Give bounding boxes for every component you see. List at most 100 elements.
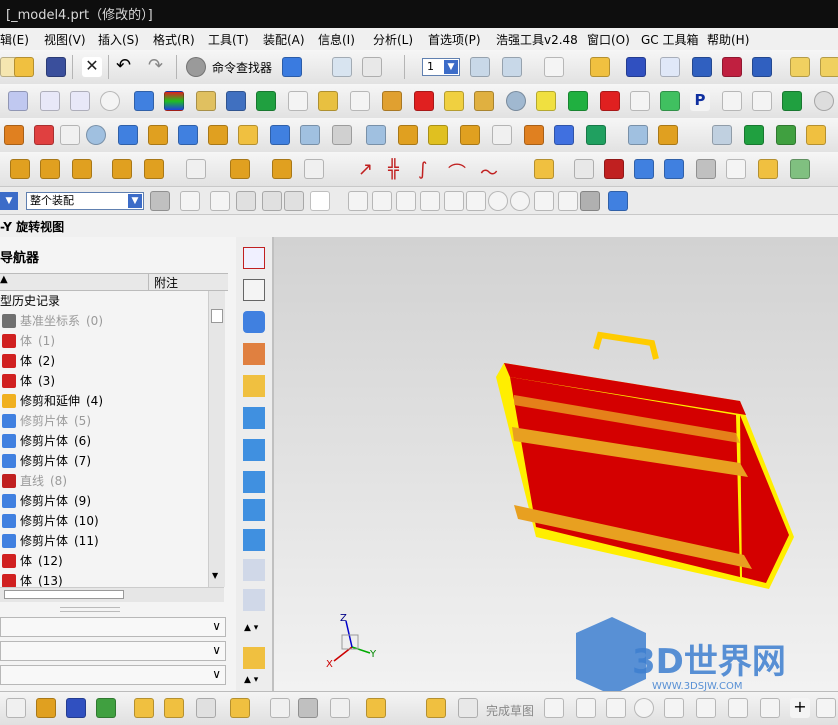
view-cube-icon[interactable] [282,57,302,77]
trim-sheet-tool-icon[interactable] [243,529,265,551]
node-icon[interactable] [196,698,216,718]
details-panel-toggle[interactable]: ∨ [0,641,226,661]
studio-surface-icon[interactable] [243,439,265,461]
hierarchy-icon[interactable] [134,698,154,718]
fix-icon[interactable] [534,159,554,179]
stack-box-icon[interactable] [696,159,716,179]
pipe-icon[interactable] [34,125,54,145]
assembly-icon[interactable] [524,125,544,145]
tree-node[interactable]: 直线 (8) [0,471,208,491]
menu-assembly[interactable]: 装配(A) [263,31,305,48]
frame-icon[interactable] [574,159,594,179]
red-block-icon[interactable] [600,91,620,111]
line-tool-icon[interactable] [576,698,596,718]
snap-point-icon[interactable] [722,57,742,77]
snap-face-icon[interactable] [580,191,600,211]
orange-shape-icon[interactable] [4,125,24,145]
tap-icon[interactable] [226,91,246,111]
drum-icon[interactable] [300,125,320,145]
column-note[interactable]: 附注 [154,274,178,291]
arrow-right-icon[interactable] [330,698,350,718]
p-icon[interactable]: P [690,91,710,111]
type-filter-dropdown[interactable]: ▼ [0,192,18,210]
scissors-icon[interactable] [630,91,650,111]
menu-format[interactable]: 格式(R) [153,31,195,48]
tree-root[interactable]: 型历史记录 [0,291,208,311]
menu-analysis[interactable]: 分析(L) [373,31,413,48]
menu-preferences[interactable]: 首选项(P) [428,31,481,48]
hammer-icon[interactable] [590,57,610,77]
cylinders-icon[interactable] [366,125,386,145]
stack-icon[interactable] [414,91,434,111]
tree-node[interactable]: 修剪片体 (10) [0,511,208,531]
graphics-viewport[interactable]: X Y Z 3D世界网 WWW.3DSJW.COM [274,237,838,691]
list-red-icon[interactable] [752,91,772,111]
stack-green-icon[interactable] [776,125,796,145]
cube-blue-icon[interactable] [118,125,138,145]
snap-icon[interactable] [692,57,712,77]
open-folder-icon[interactable] [14,57,34,77]
tree-node[interactable]: 修剪片体 (9) [0,491,208,511]
snap-cross-icon[interactable] [534,191,554,211]
box-open-icon[interactable] [658,125,678,145]
wave-icon[interactable] [272,159,292,179]
layer-settings-icon[interactable] [470,57,490,77]
menu-help[interactable]: 帮助(H) [707,31,749,48]
snap-curve-icon[interactable] [444,191,464,211]
datum-axis-icon[interactable] [96,698,116,718]
snap-point-filter-icon[interactable] [180,191,200,211]
finish-sketch-flag-icon[interactable] [458,698,478,718]
draft-icon[interactable] [196,91,216,111]
dependencies-panel-toggle[interactable]: ∨ [0,617,226,637]
datum-plane-icon[interactable] [40,91,60,111]
extrude-icon[interactable] [36,698,56,718]
menu-tools[interactable]: 工具(T) [208,31,249,48]
n-sided-surface-icon[interactable] [243,407,265,429]
select-edge-icon[interactable] [284,191,304,211]
tree-node[interactable]: 修剪片体 (6) [0,431,208,451]
tall-icon[interactable] [332,125,352,145]
snap-end-icon[interactable] [752,57,772,77]
menu-haoqiang-tools[interactable]: 浩强工具v2.48 [496,31,578,48]
chamfer-tool-icon[interactable] [696,698,716,718]
sweep-surface-icon[interactable] [243,375,265,397]
measure-angle-icon[interactable] [820,57,838,77]
reposition-icon[interactable] [72,159,92,179]
slab-icon[interactable] [238,125,258,145]
finish-sketch-button[interactable]: 完成草图 [486,702,534,719]
plane-icon[interactable] [634,159,654,179]
array-icon[interactable] [144,159,164,179]
curve-tool-icon[interactable] [816,698,836,718]
component-icon[interactable] [366,698,386,718]
layers-icon[interactable] [712,125,732,145]
menu-window[interactable]: 窗口(O) [587,31,630,48]
diamond-icon[interactable] [806,125,826,145]
select-face-icon[interactable] [236,191,256,211]
tree-node[interactable]: 修剪片体 (5) [0,411,208,431]
spring-icon[interactable] [382,91,402,111]
sheets-icon[interactable] [744,125,764,145]
circle-icon[interactable] [100,91,120,111]
snap-quadrant-icon[interactable] [510,191,530,211]
bridge-surface-icon[interactable] [243,559,265,581]
x-mark-icon[interactable] [726,159,746,179]
yellow-box-icon[interactable] [230,698,250,718]
preview-panel-toggle[interactable]: ∨ [0,665,226,685]
snap-mid-icon[interactable] [372,191,392,211]
move-to-layer-icon[interactable] [502,57,522,77]
sketch-finish-icon[interactable] [426,698,446,718]
cube-sky-icon[interactable] [270,125,290,145]
orient-view-icon[interactable] [332,57,352,77]
filter-settings-icon[interactable] [150,191,170,211]
gear-icon[interactable] [398,125,418,145]
ruled-surface-icon[interactable] [243,279,265,301]
cross-curve-icon[interactable]: ╬ [388,159,408,180]
book-icon[interactable] [628,125,648,145]
check-icon[interactable] [660,91,680,111]
block-icon[interactable] [134,91,154,111]
chain-icon[interactable] [256,91,276,111]
cube-orange-icon[interactable] [148,125,168,145]
table-icon[interactable] [350,91,370,111]
tree-node[interactable]: 体 (2) [0,351,208,371]
cylinder-icon[interactable] [506,91,526,111]
